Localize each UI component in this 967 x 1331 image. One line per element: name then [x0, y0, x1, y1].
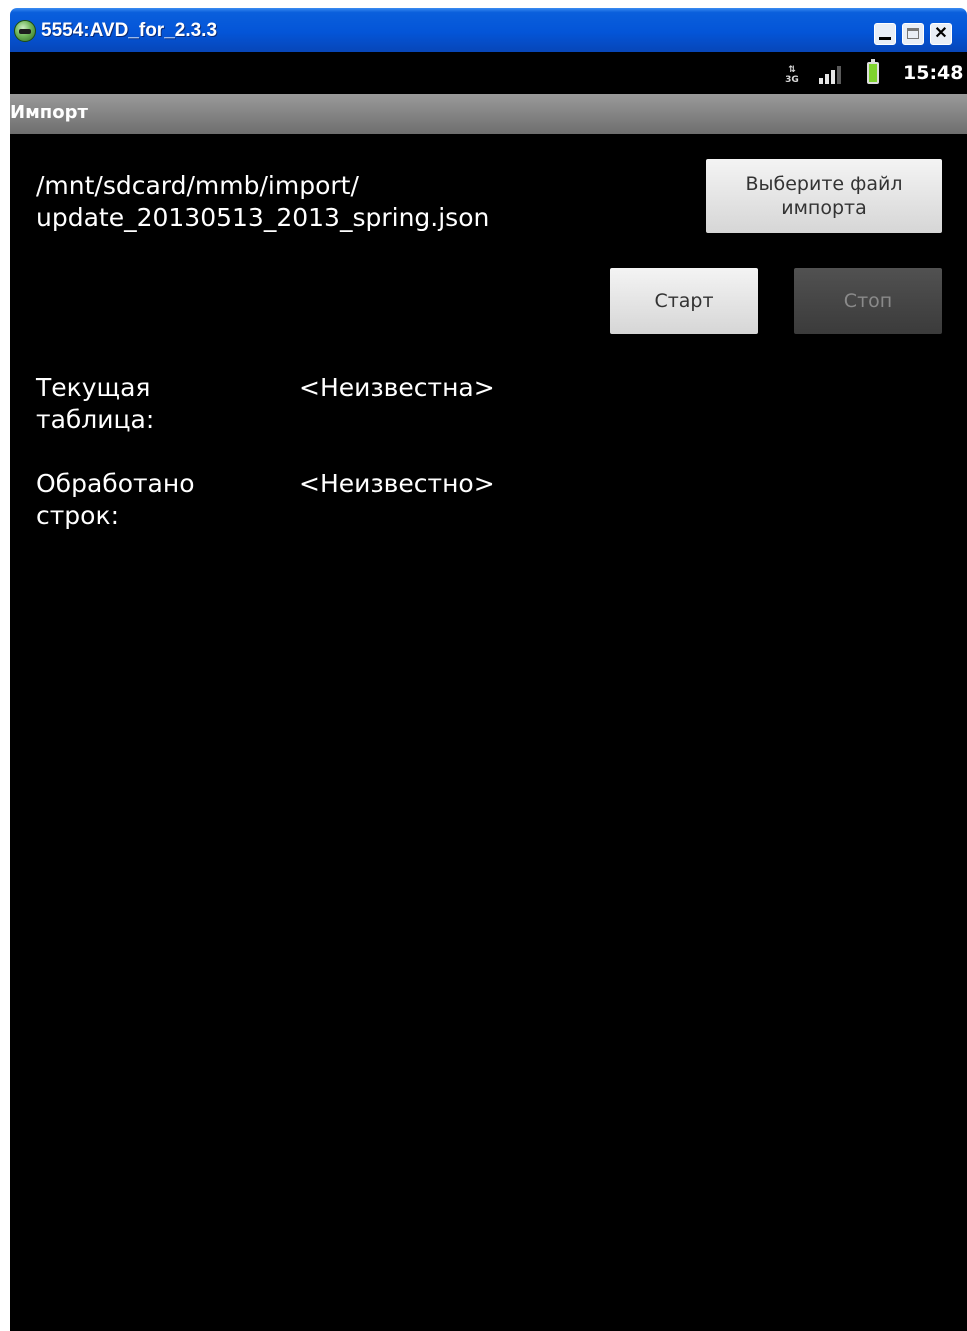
emulator-screen: ⇅ 3G 15:48 Импорт /mnt/sdcard/mmb/import/…	[10, 52, 967, 1331]
start-button-label: Старт	[654, 290, 714, 312]
window-titlebar[interactable]: 5554:AVD_for_2.3.3 ✕	[10, 8, 967, 52]
battery-icon	[867, 59, 879, 84]
choose-import-file-button[interactable]: Выберите файл импорта	[706, 159, 942, 233]
selected-file-path: /mnt/sdcard/mmb/import/ update_20130513_…	[36, 170, 576, 234]
rows-processed-label: Обработано строк:	[36, 469, 195, 530]
file-path-line-2: update_20130513_2013_spring.json	[36, 203, 490, 232]
status-clock: 15:48	[903, 62, 964, 84]
signal-strength-icon	[819, 64, 847, 84]
current-table-label: Текущая таблица:	[36, 373, 155, 434]
status-bar: ⇅ 3G 15:48	[10, 52, 967, 94]
stop-button-label: Стоп	[843, 290, 893, 312]
app-title-bar: Импорт	[10, 94, 967, 134]
network-3g-icon: ⇅ 3G	[785, 65, 799, 85]
choose-import-file-label: Выберите файл импорта	[745, 173, 903, 219]
rows-processed-value: <Неизвестно>	[299, 469, 495, 498]
file-path-line-1: /mnt/sdcard/mmb/import/	[36, 171, 359, 200]
stop-button: Стоп	[794, 268, 942, 334]
window-title: 5554:AVD_for_2.3.3	[41, 20, 218, 41]
maximize-icon[interactable]	[902, 23, 924, 45]
app-title: Импорт	[10, 102, 88, 123]
emulator-app-icon	[14, 20, 36, 42]
start-button[interactable]: Старт	[610, 268, 758, 334]
close-icon[interactable]: ✕	[930, 23, 952, 45]
minimize-icon[interactable]	[874, 23, 896, 45]
current-table-value: <Неизвестна>	[299, 373, 495, 402]
